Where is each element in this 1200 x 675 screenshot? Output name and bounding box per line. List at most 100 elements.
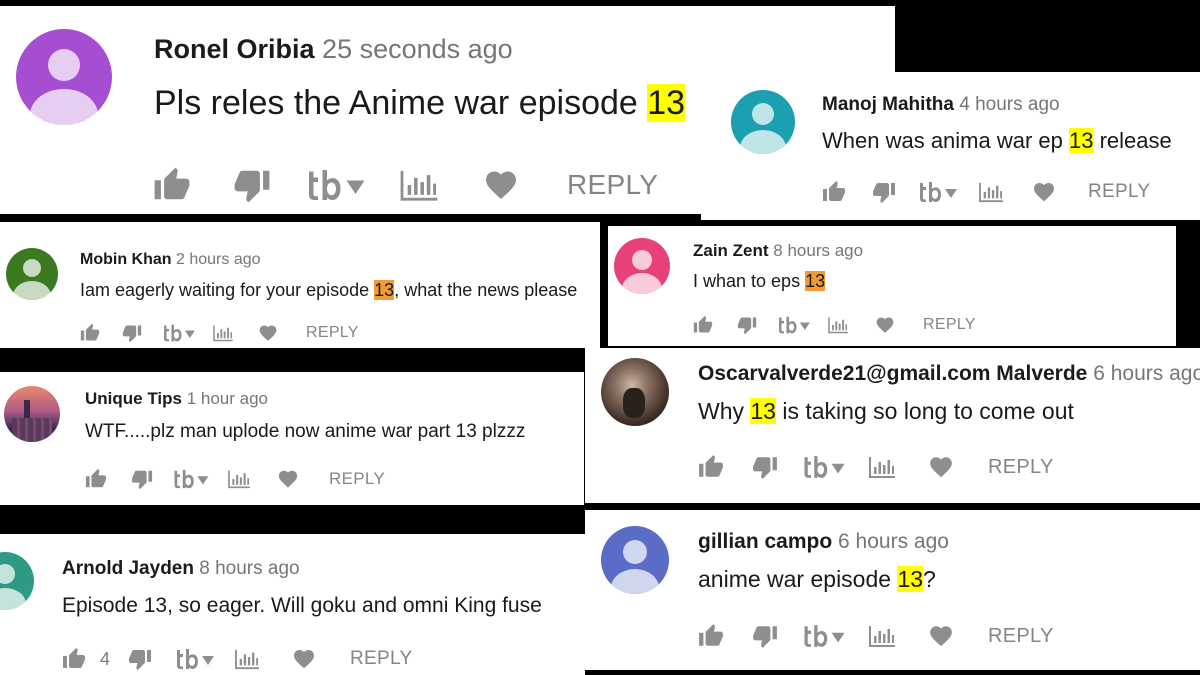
like-icon[interactable] [62, 647, 86, 671]
like-icon[interactable] [693, 315, 713, 335]
timestamp[interactable]: 25 seconds ago [322, 34, 513, 64]
heart-icon[interactable] [928, 454, 954, 480]
stats-icon[interactable] [978, 181, 1004, 203]
comment-card: Oscarvalverde21@gmail.com Malverde 6 hou… [585, 348, 1200, 503]
reply-button[interactable]: REPLY [988, 456, 1054, 479]
timestamp[interactable]: 8 hours ago [773, 241, 863, 260]
like-icon[interactable] [822, 180, 846, 204]
reply-button[interactable]: REPLY [1088, 181, 1150, 203]
author-name[interactable]: gillian campo [698, 530, 832, 553]
reply-button[interactable]: REPLY [567, 169, 658, 201]
action-bar: REPLY [80, 323, 359, 343]
tubebuddy-icon[interactable] [160, 323, 198, 343]
tubebuddy-icon[interactable] [303, 167, 369, 203]
heart-icon[interactable] [483, 167, 519, 203]
author-name[interactable]: Zain Zent [693, 241, 769, 260]
heart-icon[interactable] [875, 315, 895, 335]
like-icon[interactable] [698, 454, 724, 480]
avatar[interactable] [0, 552, 34, 610]
action-bar: REPLY [698, 623, 1054, 649]
heart-icon[interactable] [928, 623, 954, 649]
dislike-icon[interactable] [752, 454, 778, 480]
action-bar: REPLY [153, 166, 658, 204]
stats-icon[interactable] [827, 316, 849, 334]
reply-button[interactable]: REPLY [350, 648, 412, 670]
like-icon[interactable] [153, 166, 191, 204]
avatar[interactable] [6, 248, 58, 300]
comment-text: anime war episode 13? [698, 566, 936, 592]
highlight: 13 [1069, 128, 1094, 153]
dislike-icon[interactable] [131, 468, 153, 490]
tubebuddy-icon[interactable] [171, 468, 211, 490]
highlight: 13 [647, 84, 686, 122]
timestamp[interactable]: 6 hours ago [838, 530, 949, 553]
tubebuddy-icon[interactable] [800, 454, 848, 480]
timestamp[interactable]: 2 hours ago [176, 251, 261, 268]
reply-button[interactable]: REPLY [306, 324, 359, 342]
comment-card: Manoj Mahitha 4 hours ago When was anima… [701, 72, 1200, 220]
author-name[interactable]: Mobin Khan [80, 251, 172, 268]
tubebuddy-icon[interactable] [800, 623, 848, 649]
author-name[interactable]: Oscarvalverde21@gmail.com Malverde [698, 362, 1087, 385]
action-bar: REPLY [85, 468, 385, 490]
stats-icon[interactable] [868, 624, 896, 648]
action-bar: 4 REPLY [62, 647, 412, 671]
heart-icon[interactable] [258, 323, 278, 343]
avatar[interactable] [614, 238, 670, 294]
reply-button[interactable]: REPLY [923, 316, 976, 334]
highlight: 13 [750, 398, 776, 424]
timestamp[interactable]: 8 hours ago [199, 558, 299, 579]
comment-text: When was anima war ep 13 release [822, 128, 1172, 153]
stats-icon[interactable] [212, 324, 234, 342]
author-name[interactable]: Ronel Oribia [154, 34, 315, 64]
action-bar: REPLY [698, 454, 1054, 480]
avatar[interactable] [601, 526, 669, 594]
dislike-icon[interactable] [737, 315, 757, 335]
comment-text: Pls reles the Anime war episode 13 [154, 84, 686, 122]
like-icon[interactable] [80, 323, 100, 343]
heart-icon[interactable] [277, 468, 299, 490]
timestamp[interactable]: 4 hours ago [959, 94, 1059, 115]
timestamp[interactable]: 6 hours ago [1093, 362, 1200, 385]
heart-icon[interactable] [292, 647, 316, 671]
avatar[interactable] [16, 29, 112, 125]
avatar[interactable] [601, 358, 669, 426]
like-icon[interactable] [85, 468, 107, 490]
comment-text: Why 13 is taking so long to come out [698, 398, 1074, 424]
comment-card: Arnold Jayden 8 hours ago Episode 13, so… [0, 534, 585, 675]
like-count: 4 [100, 648, 111, 669]
comment-text: I whan to eps 13 [693, 271, 826, 291]
tubebuddy-icon[interactable] [775, 315, 813, 335]
dislike-icon[interactable] [752, 623, 778, 649]
avatar[interactable] [731, 90, 795, 154]
timestamp[interactable]: 1 hour ago [187, 389, 268, 408]
comment-text: Episode 13, so eager. Will goku and omni… [62, 594, 542, 617]
comment-card: Zain Zent 8 hours ago I whan to eps 13 R… [608, 226, 1176, 346]
stats-icon[interactable] [868, 455, 896, 479]
dislike-icon[interactable] [122, 323, 142, 343]
comment-card: gillian campo 6 hours ago anime war epis… [585, 510, 1200, 670]
avatar[interactable] [4, 386, 60, 442]
highlight: 13 [805, 271, 826, 291]
stats-icon[interactable] [227, 469, 251, 489]
dislike-icon[interactable] [872, 180, 896, 204]
action-bar: REPLY [693, 315, 976, 335]
highlight: 13 [897, 566, 924, 592]
comment-card: Mobin Khan 2 hours ago Iam eagerly waiti… [0, 222, 600, 348]
author-name[interactable]: Manoj Mahitha [822, 94, 954, 115]
comment-card: Unique Tips 1 hour ago WTF.....plz man u… [0, 372, 584, 505]
dislike-icon[interactable] [233, 166, 271, 204]
action-bar: REPLY [822, 180, 1150, 204]
author-name[interactable]: Arnold Jayden [62, 558, 194, 579]
reply-button[interactable]: REPLY [988, 625, 1054, 648]
comment-text: WTF.....plz man uplode now anime war par… [85, 421, 526, 442]
tubebuddy-icon[interactable] [172, 647, 218, 671]
stats-icon[interactable] [234, 648, 260, 670]
stats-icon[interactable] [399, 168, 439, 202]
like-icon[interactable] [698, 623, 724, 649]
dislike-icon[interactable] [128, 647, 152, 671]
tubebuddy-icon[interactable] [916, 180, 960, 204]
author-name[interactable]: Unique Tips [85, 389, 182, 408]
reply-button[interactable]: REPLY [329, 469, 385, 489]
heart-icon[interactable] [1032, 180, 1056, 204]
